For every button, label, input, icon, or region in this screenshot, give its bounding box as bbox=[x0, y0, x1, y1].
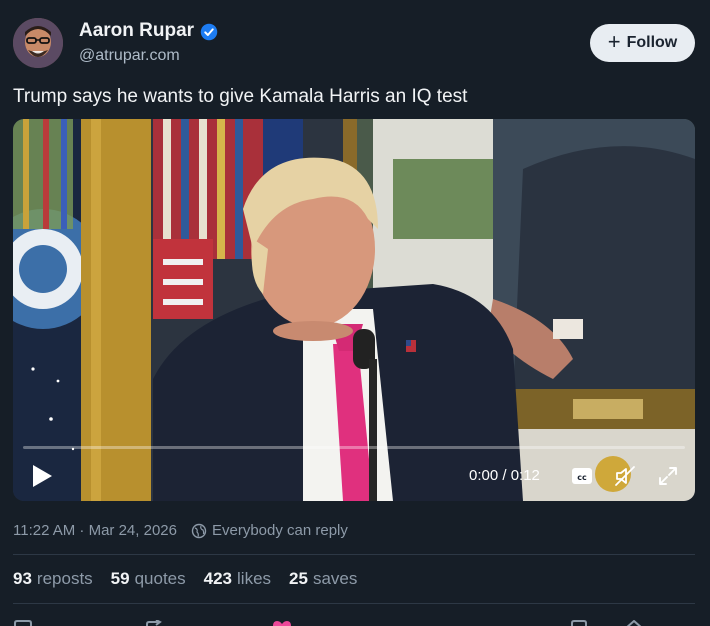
video-frame bbox=[13, 119, 695, 501]
stat-likes[interactable]: 423 likes bbox=[204, 569, 271, 589]
verified-badge-icon bbox=[200, 23, 218, 41]
follow-button-label: Follow bbox=[626, 34, 678, 51]
mute-icon[interactable] bbox=[614, 465, 636, 487]
video-time: 0:00 / 0:12 bbox=[469, 467, 540, 484]
plus-icon: + bbox=[607, 29, 621, 54]
play-icon[interactable] bbox=[30, 463, 54, 489]
avatar[interactable] bbox=[13, 18, 63, 68]
share-icon[interactable] bbox=[624, 620, 644, 626]
stat-saves[interactable]: 25 saves bbox=[289, 569, 357, 589]
video-player[interactable]: 0:00 / 0:12 cc bbox=[13, 119, 695, 501]
divider bbox=[13, 554, 695, 555]
svg-text:cc: cc bbox=[577, 473, 587, 482]
post-stats: 93 reposts 59 quotes 423 likes 25 saves bbox=[13, 569, 357, 589]
like-icon[interactable] bbox=[272, 620, 292, 626]
reply-setting: Everybody can reply bbox=[211, 522, 348, 539]
post-card: Aaron Rupar @atrupar.com + Follow Trump … bbox=[0, 0, 710, 626]
repost-icon[interactable] bbox=[145, 620, 165, 626]
author-handle[interactable]: @atrupar.com bbox=[79, 47, 180, 65]
fullscreen-icon[interactable] bbox=[657, 465, 679, 487]
stat-reposts[interactable]: 93 reposts bbox=[13, 569, 93, 589]
author-name[interactable]: Aaron Rupar bbox=[79, 20, 194, 42]
bookmark-icon[interactable] bbox=[569, 620, 589, 626]
divider bbox=[13, 603, 695, 604]
closed-captions-icon[interactable]: cc bbox=[571, 465, 593, 487]
globe-icon bbox=[191, 523, 207, 538]
reply-icon[interactable] bbox=[13, 620, 33, 626]
avatar-image bbox=[13, 18, 63, 68]
post-text: Trump says he wants to give Kamala Harri… bbox=[13, 86, 468, 107]
post-timestamp[interactable]: 11:22 AM · Mar 24, 2026 bbox=[13, 522, 177, 539]
stat-quotes[interactable]: 59 quotes bbox=[111, 569, 186, 589]
post-meta: 11:22 AM · Mar 24, 2026 Everybody can re… bbox=[13, 522, 348, 539]
video-progress-bar[interactable] bbox=[23, 446, 685, 449]
follow-button[interactable]: + Follow bbox=[590, 24, 695, 62]
